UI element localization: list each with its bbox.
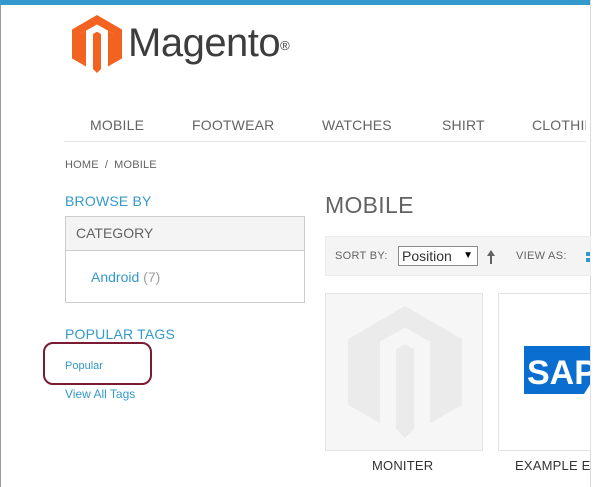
site-logo[interactable]: Magento® xyxy=(72,15,290,73)
nav-item-watches[interactable]: WATCHES xyxy=(322,117,392,133)
sap-logo-icon: SAP xyxy=(524,346,591,394)
product-name-example[interactable]: EXAMPLE E xyxy=(515,458,591,473)
filter-option-android[interactable]: Android (7) xyxy=(91,269,160,285)
top-accent-bar xyxy=(0,0,590,5)
window-left-edge xyxy=(0,0,1,487)
product-toolbar: SORT BY: Position ▼ VIEW AS: xyxy=(325,236,591,276)
tag-link-popular[interactable]: Popular xyxy=(65,360,103,372)
breadcrumb: HOME / MOBILE xyxy=(65,159,157,171)
view-all-tags-link[interactable]: View All Tags xyxy=(65,387,135,401)
filter-heading: CATEGORY xyxy=(66,217,304,251)
filter-option-label: Android xyxy=(91,269,140,285)
sort-direction-icon[interactable] xyxy=(486,248,496,266)
grid-view-icon[interactable] xyxy=(586,252,590,262)
nav-item-footwear[interactable]: FOOTWEAR xyxy=(192,117,274,133)
view-as-label: VIEW AS: xyxy=(516,250,567,262)
dropdown-caret-icon: ▼ xyxy=(463,250,473,261)
nav-item-clothing[interactable]: CLOTHIN xyxy=(532,117,586,133)
sort-selected-value: Position xyxy=(402,248,452,264)
breadcrumb-current: MOBILE xyxy=(114,159,157,171)
product-image-example[interactable]: SAP xyxy=(498,293,591,451)
filter-option-count: (7) xyxy=(143,269,161,285)
nav-item-shirt[interactable]: SHIRT xyxy=(442,117,485,133)
breadcrumb-separator: / xyxy=(104,159,109,171)
main-navigation: MOBILE FOOTWEAR WATCHES SHIRT CLOTHIN xyxy=(64,110,586,142)
trademark-symbol: ® xyxy=(280,38,290,53)
sort-by-label: SORT BY: xyxy=(335,250,388,262)
breadcrumb-home[interactable]: HOME xyxy=(65,159,99,171)
product-image-moniter[interactable] xyxy=(325,293,483,451)
magento-placeholder-icon xyxy=(348,306,462,438)
logo-wordmark: Magento® xyxy=(128,21,290,65)
page-title: MOBILE xyxy=(325,192,414,218)
logo-name: Magento xyxy=(128,21,281,65)
svg-text:SAP: SAP xyxy=(527,354,591,392)
magento-logo-icon xyxy=(72,15,122,73)
scrollbar-gutter xyxy=(591,0,601,487)
nav-item-mobile[interactable]: MOBILE xyxy=(90,117,144,133)
browse-by-heading: BROWSE BY xyxy=(65,193,152,209)
product-name-moniter[interactable]: MONITER xyxy=(372,458,433,473)
category-filter-box: CATEGORY Android (7) xyxy=(65,216,305,303)
popular-tags-heading: POPULAR TAGS xyxy=(65,326,176,342)
sort-by-select[interactable]: Position ▼ xyxy=(398,246,478,266)
